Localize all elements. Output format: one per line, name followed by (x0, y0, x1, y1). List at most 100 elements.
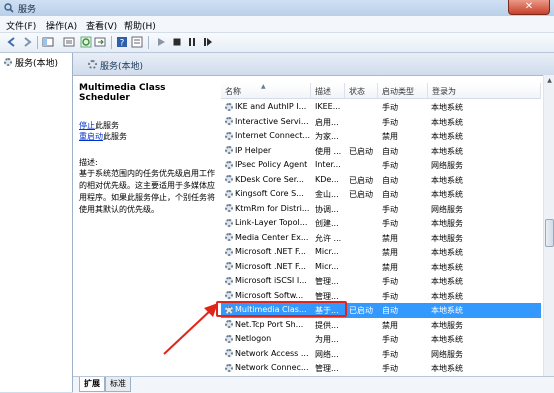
service-name: Media Center Ex... (235, 232, 309, 242)
highlight-annotation (216, 301, 347, 317)
service-logon-as: 本地系统 (431, 335, 463, 344)
toolbar-separator (111, 36, 112, 49)
stop-service-line: 停止此服务 (79, 120, 219, 131)
forward-icon[interactable] (21, 36, 33, 48)
service-row[interactable]: IKE and AuthIP I... IKEE... 手动 本地系统 (221, 100, 541, 115)
service-row[interactable]: Interactive Servi... 启用... 手动 本地系统 (221, 115, 541, 130)
back-icon[interactable] (6, 36, 18, 48)
menu-action[interactable]: 操作(A) (46, 19, 77, 32)
service-description: 为家... (315, 132, 339, 141)
service-description: IKEE... (315, 102, 341, 111)
export-icon[interactable] (94, 36, 106, 48)
services-gear-icon (4, 58, 12, 66)
column-header-startup-type[interactable]: 启动类型 (378, 83, 428, 99)
service-gear-icon (225, 262, 233, 270)
service-startup-type: 自动 (382, 146, 398, 156)
service-name-cell: Netlogon (225, 334, 311, 343)
service-row[interactable]: KDesk Core Ser... KDe... 已启动 自动 本地系统 (221, 173, 541, 188)
service-logon-as: 本地系统 (431, 277, 463, 286)
scroll-up-icon[interactable]: ▲ (546, 77, 553, 84)
service-gear-icon (225, 160, 233, 169)
restart-service-icon[interactable] (202, 36, 214, 48)
main-pane: 服务(本地) Multimedia Class Scheduler 停止此服务 … (73, 53, 554, 392)
column-header-status[interactable]: 状态 (345, 83, 378, 99)
tab-standard[interactable]: 标准 (105, 377, 131, 392)
service-row[interactable]: IPsec Policy Agent Inter... 手动 网络服务 (221, 158, 541, 173)
service-description: 使用 ... (315, 146, 342, 156)
service-logon-as: 本地服务 (431, 320, 463, 330)
service-name-cell: KtmRm for Distri... (225, 204, 311, 213)
service-status: 已启动 (349, 146, 373, 156)
pane-header-title: 服务(本地) (100, 62, 144, 72)
stop-service-link[interactable]: 停止 (79, 121, 95, 130)
column-header-label: 描述 (315, 87, 331, 96)
menu-file[interactable]: 文件(F) (6, 19, 36, 32)
service-description: 金山... (315, 190, 339, 199)
services-gear-icon (88, 60, 97, 69)
console-tree-icon[interactable] (42, 36, 54, 48)
service-row[interactable]: Network Access ... 网络... 手动 网络服务 (221, 347, 541, 362)
service-row[interactable]: Internet Connect... 为家... 禁用 本地系统 (221, 129, 541, 144)
column-header-name[interactable]: ▲ 名称 (221, 83, 311, 99)
refresh-icon[interactable] (80, 36, 92, 48)
services-list: ▲ 名称 描述 状态 启动类型 登录为 IKE and AuthIP I... I… (221, 83, 541, 381)
start-service-icon[interactable] (155, 36, 167, 48)
tree-item-services-local[interactable]: 服务(本地) (4, 56, 58, 69)
service-row[interactable]: IP Helper 使用 ... 已启动 自动 本地系统 (221, 144, 541, 159)
service-row[interactable]: KtmRm for Distri... 协调... 手动 网络服务 (221, 202, 541, 217)
service-logon-as: 本地服务 (431, 219, 463, 228)
service-row[interactable]: Netlogon 为用... 手动 本地系统 (221, 332, 541, 347)
scrollbar-thumb[interactable] (545, 219, 554, 247)
service-startup-type: 手动 (382, 349, 398, 359)
service-row[interactable]: Network Connec... 管理... 手动 本地系统 (221, 361, 541, 376)
service-startup-type: 手动 (382, 277, 398, 286)
pause-service-icon[interactable] (186, 36, 198, 48)
svg-text:?: ? (120, 39, 125, 49)
column-header-description[interactable]: 描述 (311, 83, 345, 99)
service-name: Network Access ... (235, 348, 309, 358)
help-icon[interactable]: ? (116, 36, 128, 48)
column-header-logon-as[interactable]: 登录为 (428, 83, 541, 99)
service-row[interactable]: Microsoft iSCSI I... 管理... 手动 本地系统 (221, 274, 541, 289)
toolbar-separator (148, 36, 149, 49)
service-gear-icon (225, 204, 233, 212)
properties-icon[interactable] (131, 36, 143, 48)
menu-bar: 文件(F) 操作(A) 查看(V) 帮助(H) (0, 16, 554, 33)
service-name-cell: IPsec Policy Agent (225, 160, 311, 169)
service-row[interactable]: Microsoft .NET F... Micr... 禁用 本地系统 (221, 260, 541, 275)
menu-help[interactable]: 帮助(H) (124, 19, 156, 32)
service-startup-type: 手动 (382, 364, 398, 373)
service-row[interactable]: Net.Tcp Port Sh... 提供... 禁用 本地服务 (221, 318, 541, 333)
sort-ascending-icon: ▲ (261, 83, 266, 90)
show-hide-icon[interactable] (63, 36, 75, 48)
service-name-cell: Microsoft iSCSI I... (225, 276, 311, 285)
restart-service-link[interactable]: 重启动 (79, 132, 103, 141)
service-logon-as: 本地系统 (431, 190, 463, 199)
service-name: IPsec Policy Agent (235, 160, 308, 169)
service-name: Link-Layer Topol... (235, 218, 308, 227)
tab-extended[interactable]: 扩展 (79, 377, 105, 392)
service-row[interactable]: Link-Layer Topol... 创建... 手动 本地服务 (221, 216, 541, 231)
service-name-cell: IKE and AuthIP I... (225, 102, 311, 111)
vertical-scrollbar[interactable]: ▲ ▼ (543, 75, 554, 392)
description-label: 描述: (79, 158, 98, 167)
service-logon-as: 本地系统 (431, 248, 463, 257)
service-gear-icon (225, 320, 233, 328)
service-name: IKE and AuthIP I... (235, 102, 307, 111)
service-startup-type: 手动 (382, 161, 398, 170)
service-row[interactable]: Microsoft .NET F... Micr... 禁用 本地系统 (221, 245, 541, 260)
service-name: Net.Tcp Port Sh... (235, 319, 304, 329)
service-name-cell: Media Center Ex... (225, 233, 311, 242)
service-status: 已启动 (349, 306, 373, 315)
service-status: 已启动 (349, 190, 373, 199)
service-gear-icon (225, 218, 233, 227)
view-tabs: 扩展 标准 (73, 376, 554, 393)
stop-service-icon[interactable] (171, 36, 183, 48)
service-name: KtmRm for Distri... (235, 203, 310, 213)
service-row[interactable]: Kingsoft Core S... 金山... 已启动 自动 本地系统 (221, 187, 541, 202)
service-startup-type: 自动 (382, 190, 398, 199)
service-row[interactable]: Media Center Ex... 允许 ... 禁用 本地服务 (221, 231, 541, 246)
stop-suffix: 此服务 (95, 121, 119, 130)
close-button[interactable]: ✕ (508, 0, 550, 15)
menu-view[interactable]: 查看(V) (86, 19, 117, 32)
